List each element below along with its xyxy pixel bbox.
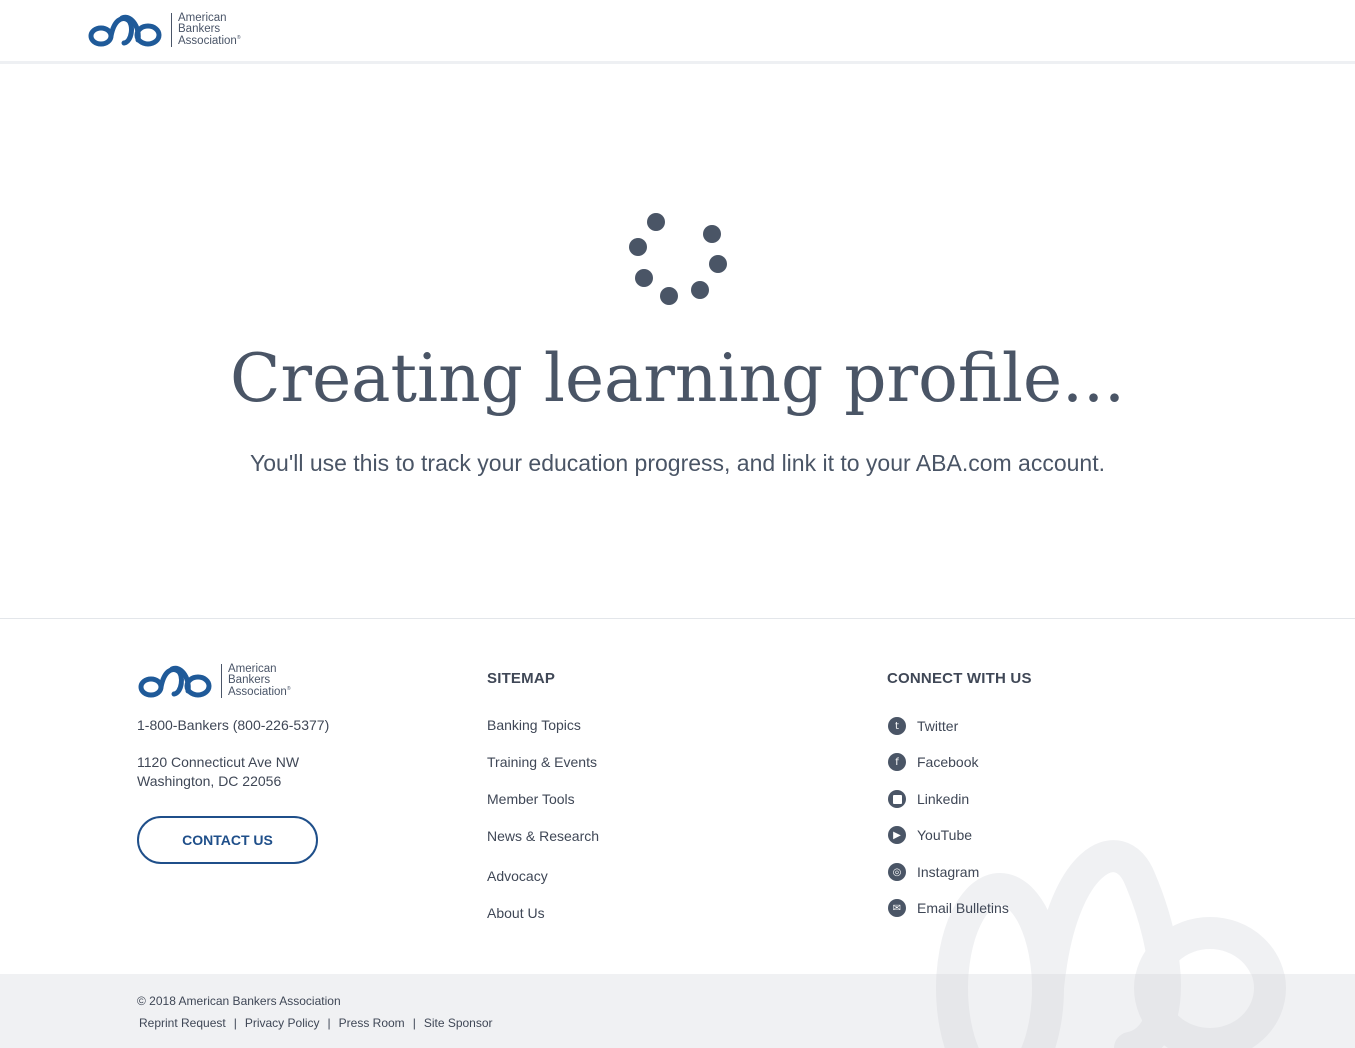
logo-divider [221, 664, 222, 698]
footer-logo[interactable]: American Bankers Association® [136, 663, 291, 699]
instagram-icon: ◎ [888, 863, 906, 881]
press-room-link[interactable]: Press Room [339, 1016, 405, 1030]
site-header: American Bankers Association® [0, 0, 1355, 64]
social-link-email-bulletins[interactable]: ✉ Email Bulletins [888, 899, 1009, 917]
connect-heading: CONNECT WITH US [887, 670, 1032, 687]
sitemap-link-training-events[interactable]: Training & Events [487, 754, 597, 770]
aba-logo-link[interactable]: American Bankers Association® [86, 12, 241, 48]
facebook-icon: f [888, 753, 906, 771]
footer-address-line2: Washington, DC 22056 [137, 773, 282, 789]
loading-section: Creating learning profile... You'll use … [0, 64, 1355, 618]
email-icon: ✉ [888, 899, 906, 917]
social-link-linkedin[interactable]: Linkedin [888, 790, 969, 808]
social-link-instagram[interactable]: ◎ Instagram [888, 863, 979, 881]
page-subtitle: You'll use this to track your education … [250, 450, 1105, 476]
link-separator: | [233, 1016, 237, 1030]
social-link-youtube[interactable]: ▶ YouTube [888, 826, 972, 844]
footer-address-line1: 1120 Connecticut Ave NW [137, 754, 300, 770]
logo-wordmark: American Bankers Association® [178, 11, 241, 47]
social-link-twitter[interactable]: t Twitter [888, 717, 958, 735]
sitemap-link-advocacy[interactable]: Advocacy [487, 868, 548, 884]
sitemap-link-member-tools[interactable]: Member Tools [487, 791, 575, 807]
linkedin-icon [888, 790, 906, 808]
sitemap-link-banking-topics[interactable]: Banking Topics [487, 717, 581, 733]
loading-spinner-icon [626, 210, 730, 308]
site-sponsor-link[interactable]: Site Sponsor [424, 1016, 493, 1030]
youtube-icon: ▶ [888, 826, 906, 844]
page-title: Creating learning profile... [230, 340, 1125, 417]
reprint-request-link[interactable]: Reprint Request [139, 1016, 226, 1030]
link-separator: | [327, 1016, 331, 1030]
aba-watermark-icon [936, 840, 1285, 974]
site-footer: American Bankers Association® 1-800-Bank… [0, 618, 1355, 974]
link-separator: | [412, 1016, 416, 1030]
legal-bar: © 2018 American Bankers Association Repr… [0, 974, 1355, 1048]
footer-phone: 1-800-Bankers (800-226-5377) [137, 717, 330, 733]
legal-links: Reprint Request | Privacy Policy | Press… [139, 1016, 493, 1030]
sitemap-heading: SITEMAP [487, 670, 556, 687]
logo-wordmark: American Bankers Association® [228, 662, 291, 698]
social-link-facebook[interactable]: f Facebook [888, 753, 978, 771]
copyright-text: © 2018 American Bankers Association [137, 994, 341, 1008]
aba-logo-icon [138, 665, 212, 698]
sitemap-link-news-research[interactable]: News & Research [487, 828, 599, 844]
logo-divider [171, 13, 172, 47]
contact-us-button[interactable]: CONTACT US [137, 816, 318, 864]
twitter-icon: t [888, 717, 906, 735]
sitemap-link-about-us[interactable]: About Us [487, 905, 545, 921]
aba-watermark-icon [936, 974, 1286, 1048]
aba-logo-icon [88, 14, 162, 47]
privacy-policy-link[interactable]: Privacy Policy [245, 1016, 320, 1030]
